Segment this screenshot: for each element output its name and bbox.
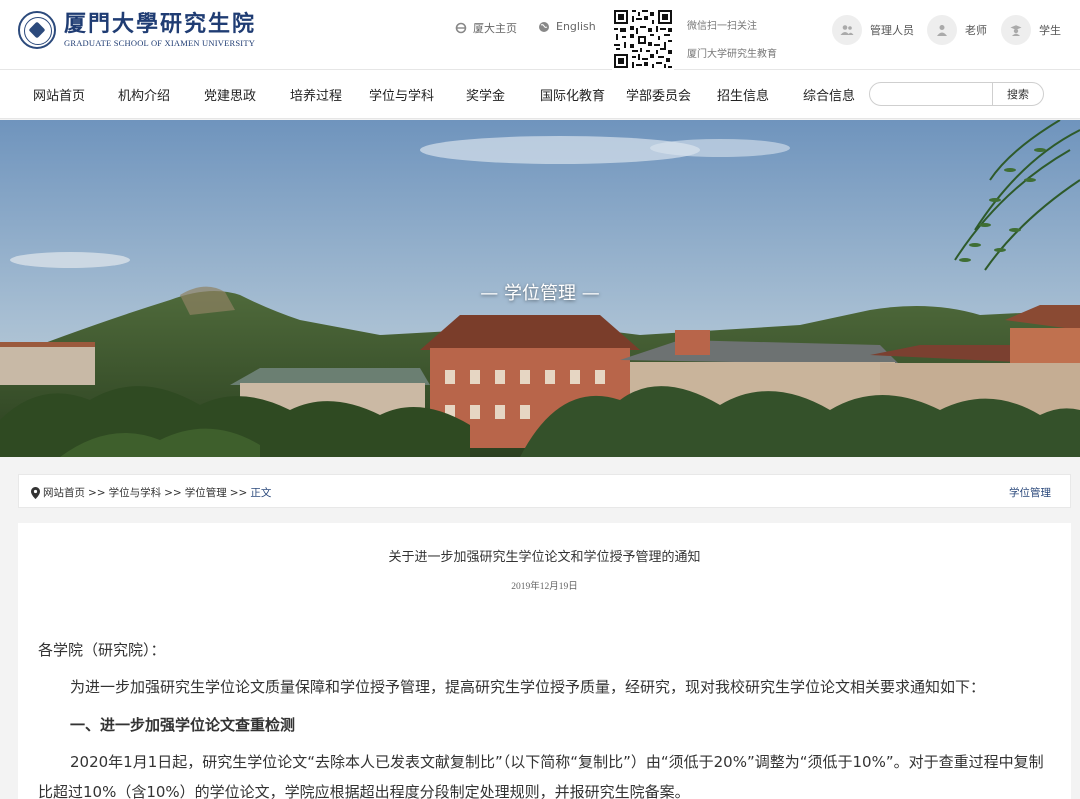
role-student[interactable]: 学生 (1001, 15, 1061, 45)
wechat-account-name: 厦门大学研究生教育 (687, 49, 777, 60)
nav-item-scholarship[interactable]: 奖学金 (466, 85, 505, 104)
role-student-label: 学生 (1039, 24, 1061, 37)
article-paragraph-1-line-2: 比超过10%（含10%）的学位论文，学院应根据超出程度分段制定处理规则，并报研究… (38, 783, 690, 799)
logo-chinese-name: 厦門大學研究生院 (64, 11, 257, 37)
nav-item-party[interactable]: 党建思政 (204, 85, 256, 104)
link-xmu-home[interactable]: 厦大主页 (455, 20, 517, 36)
nav-item-degrees[interactable]: 学位与学科 (369, 85, 434, 104)
globe-icon (538, 21, 550, 33)
logo-english-name: GRADUATE SCHOOL OF XIAMEN UNIVERSITY (64, 38, 256, 48)
breadcrumb: 网站首页 >> 学位与学科 >> 学位管理 >> 正文 学位管理 (18, 474, 1071, 508)
university-seal-icon (18, 11, 56, 49)
link-xmu-home-label: 厦大主页 (473, 22, 517, 35)
breadcrumb-current: 正文 (250, 487, 272, 499)
article-intro: 为进一步加强研究生学位论文质量保障和学位授予管理，提高研究生学位授予质量，经研究… (70, 678, 986, 696)
link-english[interactable]: English (538, 20, 596, 33)
top-header: 厦門大學研究生院 GRADUATE SCHOOL OF XIAMEN UNIVE… (0, 0, 1080, 70)
role-admin-label: 管理人员 (870, 24, 914, 37)
breadcrumb-separator: >> (88, 486, 106, 499)
location-pin-icon (31, 486, 40, 499)
wechat-qr-code (612, 8, 674, 70)
article-title: 关于进一步加强研究生学位论文和学位授予管理的通知 (388, 550, 701, 565)
graduate-icon (1001, 15, 1031, 45)
article-heading-1: 一、进一步加强学位论文查重检测 (70, 716, 296, 734)
link-english-label: English (556, 20, 596, 33)
section-label[interactable]: 学位管理 (1009, 485, 1051, 500)
article-date: 2019年12月19日 (511, 582, 578, 592)
search-button[interactable]: 搜索 (992, 83, 1043, 105)
banner-campus-image: — 学位管理 — (0, 120, 1080, 457)
site-logo[interactable]: 厦門大學研究生院 GRADUATE SCHOOL OF XIAMEN UNIVE… (18, 11, 256, 49)
nav-item-general[interactable]: 综合信息 (803, 85, 855, 104)
article-paragraph-1-line-1: 2020年1月1日起，研究生学位论文“去除本人已发表文献复制比”（以下简称“复制… (70, 753, 1044, 771)
nav-item-admissions[interactable]: 招生信息 (717, 85, 769, 104)
breadcrumb-separator: >> (164, 486, 182, 499)
ie-icon (455, 22, 467, 34)
breadcrumb-degree-management[interactable]: 学位管理 (185, 485, 227, 500)
nav-item-committee[interactable]: 学部委员会 (626, 85, 691, 104)
nav-item-international[interactable]: 国际化教育 (540, 85, 605, 104)
role-admin[interactable]: 管理人员 (832, 15, 914, 45)
wechat-scan-hint: 微信扫一扫关注 (687, 21, 757, 32)
nav-item-home[interactable]: 网站首页 (33, 85, 85, 104)
banner-title: — 学位管理 — (480, 283, 600, 304)
article: 关于进一步加强研究生学位论文和学位授予管理的通知 2019年12月19日 各学院… (18, 523, 1071, 799)
role-teacher-label: 老师 (965, 24, 987, 37)
nav-item-training[interactable]: 培养过程 (290, 85, 342, 104)
article-salutation: 各学院（研究院）： (38, 641, 166, 659)
user-icon (927, 15, 957, 45)
breadcrumb-home[interactable]: 网站首页 (43, 485, 85, 500)
breadcrumb-separator: >> (229, 486, 248, 499)
nav-item-about[interactable]: 机构介绍 (118, 85, 170, 104)
breadcrumb-degrees[interactable]: 学位与学科 (109, 485, 162, 500)
group-icon (832, 15, 862, 45)
role-teacher[interactable]: 老师 (927, 15, 987, 45)
